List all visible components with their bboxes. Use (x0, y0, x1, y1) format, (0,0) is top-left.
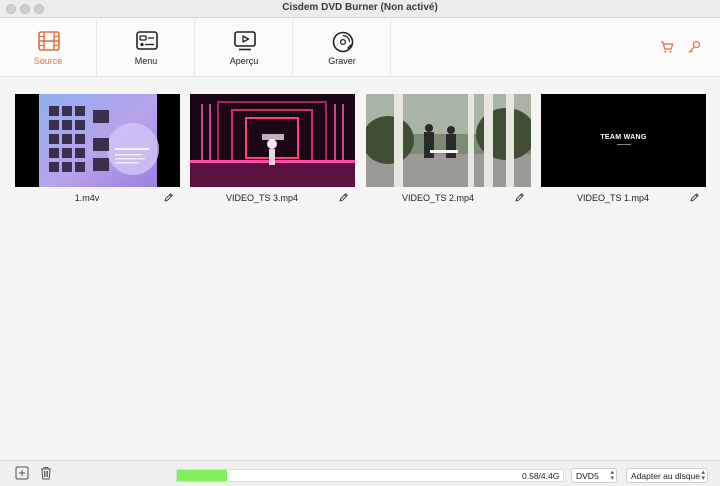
pencil-icon[interactable] (514, 192, 525, 203)
video-name: VIDEO_TS 1.mp4 (576, 193, 650, 203)
title-bar: Cisdem DVD Burner (Non activé) (0, 0, 720, 18)
video-name: 1.m4v (74, 193, 100, 203)
disc-usage-text: 0.58/4.4G (522, 471, 560, 481)
pencil-icon[interactable] (689, 192, 700, 203)
play-screen-icon (234, 31, 256, 51)
pencil-icon[interactable] (163, 192, 174, 203)
tab-menu[interactable]: Menu (98, 19, 195, 77)
video-thumbnail[interactable] (366, 94, 531, 187)
tab-source[interactable]: Source (0, 19, 97, 77)
menu-layout-icon (136, 31, 158, 50)
trash-icon[interactable] (39, 466, 53, 480)
pencil-icon[interactable] (338, 192, 349, 203)
disc-usage-bar (176, 469, 564, 482)
video-thumbnail[interactable] (15, 94, 180, 187)
video-overlay-subtitle-line (617, 144, 631, 145)
tab-preview[interactable]: Aperçu (196, 19, 293, 77)
tab-source-label: Source (33, 56, 63, 66)
disc-type-value: DVD5 (576, 471, 599, 481)
key-icon[interactable] (687, 40, 701, 54)
video-thumbnail[interactable] (190, 94, 355, 187)
disc-icon (332, 31, 354, 53)
fit-mode-select[interactable]: Adapter au disque ▴ ▾ (626, 468, 708, 483)
video-name: VIDEO_TS 2.mp4 (401, 193, 475, 203)
select-arrows-icon: ▴ ▾ (701, 469, 705, 482)
tab-preview-label: Aperçu (229, 56, 259, 66)
tab-burn[interactable]: Graver (294, 19, 391, 77)
tab-burn-label: Graver (328, 56, 356, 66)
fit-mode-value: Adapter au disque (631, 471, 700, 481)
video-thumbnail[interactable]: TEAM WANG (541, 94, 706, 187)
disc-type-select[interactable]: DVD5 ▴ ▾ (571, 468, 617, 483)
select-arrows-icon: ▴ ▾ (610, 469, 614, 482)
cart-icon[interactable] (660, 40, 674, 54)
film-icon (38, 31, 60, 51)
window-title: Cisdem DVD Burner (Non activé) (282, 2, 438, 13)
add-icon[interactable] (15, 466, 29, 480)
status-bar: 0.58/4.4G DVD5 ▴ ▾ Adapter au disque ▴ ▾ (0, 460, 720, 486)
video-overlay-title: TEAM WANG (600, 134, 647, 141)
video-name: VIDEO_TS 3.mp4 (225, 193, 299, 203)
tab-menu-label: Menu (134, 56, 158, 66)
source-panel: 1.m4v VIDEO_TS 3.mp4 VIDEO_TS 2.mp4 TEAM… (0, 78, 720, 460)
main-toolbar: Source Menu Aperçu Graver (0, 19, 720, 77)
disc-usage-fill (177, 470, 228, 481)
